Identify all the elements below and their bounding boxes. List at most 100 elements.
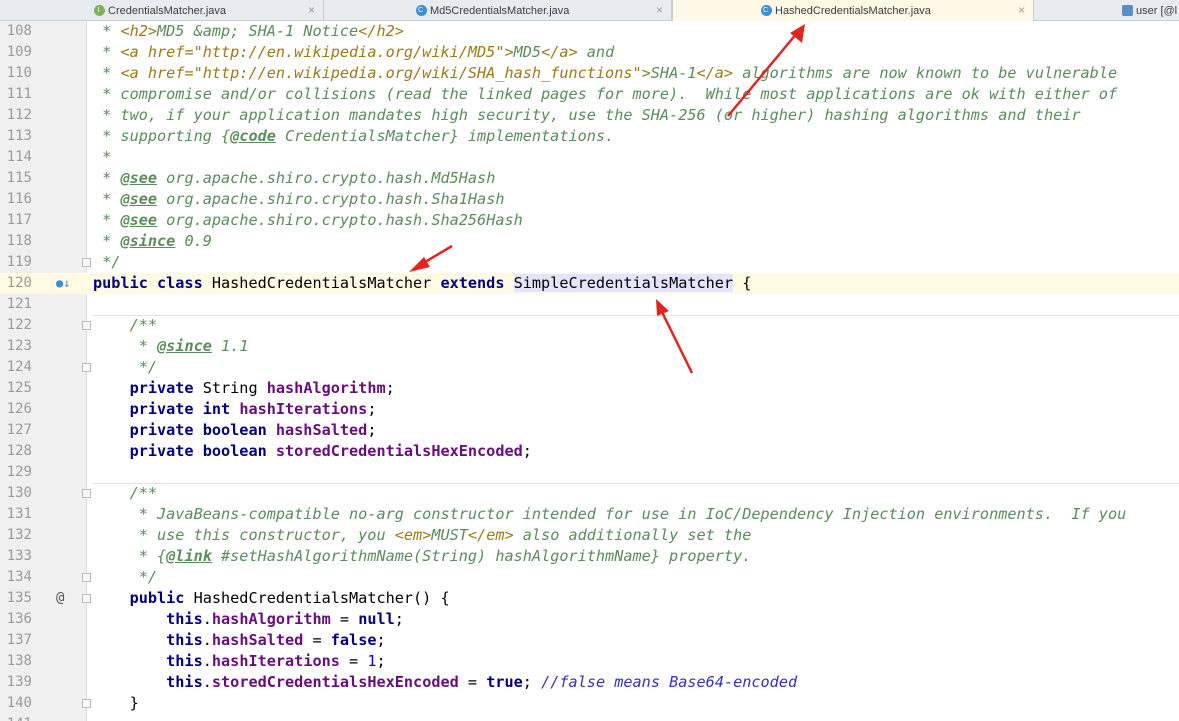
code-line[interactable]: 113 * supporting {@code CredentialsMatch…: [0, 126, 1179, 147]
override-marker-icon[interactable]: @: [56, 588, 64, 609]
line-number: 114: [6, 149, 32, 165]
code-text: }: [93, 694, 139, 712]
close-icon[interactable]: ×: [656, 3, 663, 17]
tab-hashed-credentials-matcher[interactable]: C HashedCredentialsMatcher.java ×: [672, 0, 1034, 21]
line-number: 109: [6, 44, 32, 60]
line-number: 112: [6, 107, 32, 123]
tab-credentials-matcher[interactable]: I CredentialsMatcher.java ×: [88, 0, 324, 21]
code-editor[interactable]: 108 * <h2>MD5 &amp; SHA-1 Notice</h2> 109…: [0, 21, 1179, 721]
code-line[interactable]: 139 this.storedCredentialsHexEncoded = t…: [0, 672, 1179, 693]
close-icon[interactable]: ×: [1018, 3, 1025, 17]
code-line[interactable]: 110 * <a href="http://en.wikipedia.org/w…: [0, 63, 1179, 84]
line-number: 124: [6, 359, 32, 375]
tab-label: Md5CredentialsMatcher.java: [430, 4, 570, 17]
code-text: *: [93, 148, 112, 166]
fold-marker-icon[interactable]: [82, 363, 91, 372]
code-line[interactable]: 135 @ public HashedCredentialsMatcher() {: [0, 588, 1179, 609]
code-text: this.hashIterations = 1;: [93, 652, 386, 670]
fold-marker-icon[interactable]: [82, 573, 91, 582]
code-line[interactable]: 136 this.hashAlgorithm = null;: [0, 609, 1179, 630]
line-number: 121: [6, 296, 32, 312]
code-line[interactable]: 116 * @see org.apache.shiro.crypto.hash.…: [0, 189, 1179, 210]
code-line[interactable]: 123 * @since 1.1: [0, 336, 1179, 357]
code-line[interactable]: 119 */: [0, 252, 1179, 273]
line-number: 129: [6, 464, 32, 480]
code-line[interactable]: 115 * @see org.apache.shiro.crypto.hash.…: [0, 168, 1179, 189]
class-file-icon: C: [416, 5, 427, 16]
code-line[interactable]: 122 /**: [0, 315, 1179, 336]
code-text: * @since 0.9: [93, 232, 212, 250]
code-line[interactable]: 134 */: [0, 567, 1179, 588]
code-line[interactable]: 124 */: [0, 357, 1179, 378]
line-number: 126: [6, 401, 32, 417]
line-number: 127: [6, 422, 32, 438]
code-line[interactable]: 127 private boolean hashSalted;: [0, 420, 1179, 441]
line-number: 130: [6, 485, 32, 501]
code-line[interactable]: 120 ●↓ public class HashedCredentialsMatch…: [0, 273, 1179, 294]
code-text: * <h2>MD5 &amp; SHA-1 Notice</h2>: [93, 22, 404, 40]
line-number: 141: [0, 714, 32, 721]
line-number: 135: [6, 590, 32, 606]
code-text: /**: [93, 484, 158, 502]
fold-marker-icon[interactable]: [82, 321, 91, 330]
fold-marker-icon[interactable]: [82, 594, 91, 603]
code-text: * @since 1.1: [93, 337, 249, 355]
code-text: */: [93, 358, 158, 376]
code-text: public HashedCredentialsMatcher() {: [93, 589, 450, 607]
code-text: * {@link #setHashAlgorithmName(String) h…: [93, 547, 752, 565]
close-icon[interactable]: ×: [308, 3, 315, 17]
line-number: 119: [6, 254, 32, 270]
code-text: */: [93, 568, 158, 586]
line-number: 118: [6, 233, 32, 249]
code-line[interactable]: 132 * use this constructor, you <em>MUST…: [0, 525, 1179, 546]
tab-user-table[interactable]: user [@l: [1116, 0, 1179, 21]
tab-md5-credentials-matcher[interactable]: C Md5CredentialsMatcher.java ×: [410, 0, 672, 21]
code-line[interactable]: 131 * JavaBeans-compatible no-arg constr…: [0, 504, 1179, 525]
code-line[interactable]: 133 * {@link #setHashAlgorithmName(Strin…: [0, 546, 1179, 567]
line-number: 128: [6, 443, 32, 459]
line-number: 120: [6, 275, 32, 291]
fold-marker-icon[interactable]: [82, 489, 91, 498]
code-line[interactable]: 126 private int hashIterations;: [0, 399, 1179, 420]
line-number: 108: [6, 23, 32, 39]
code-line[interactable]: 137 this.hashSalted = false;: [0, 630, 1179, 651]
code-text: * <a href="http://en.wikipedia.org/wiki/…: [93, 64, 1118, 82]
line-number: 137: [6, 632, 32, 648]
line-number: 138: [6, 653, 32, 669]
line-number: 133: [6, 548, 32, 564]
table-icon: [1122, 5, 1133, 16]
code-text: * JavaBeans-compatible no-arg constructo…: [93, 505, 1127, 523]
fold-marker-icon[interactable]: [82, 699, 91, 708]
code-line[interactable]: 140 }: [0, 693, 1179, 714]
code-line[interactable]: 141: [0, 714, 1179, 721]
code-text: * @see org.apache.shiro.crypto.hash.Sha1…: [93, 190, 505, 208]
code-text: private String hashAlgorithm;: [93, 379, 395, 397]
code-text: public class HashedCredentialsMatcher ex…: [93, 274, 752, 292]
code-line[interactable]: 108 * <h2>MD5 &amp; SHA-1 Notice</h2>: [0, 21, 1179, 42]
code-line[interactable]: 130 /**: [0, 483, 1179, 504]
code-text: * compromise and/or collisions (read the…: [93, 85, 1118, 103]
code-line[interactable]: 138 this.hashIterations = 1;: [0, 651, 1179, 672]
line-number: 116: [6, 191, 32, 207]
code-line[interactable]: 125 private String hashAlgorithm;: [0, 378, 1179, 399]
code-line[interactable]: 114 *: [0, 147, 1179, 168]
code-line[interactable]: 112 * two, if your application mandates …: [0, 105, 1179, 126]
code-text: * use this constructor, you <em>MUST</em…: [93, 526, 752, 544]
implements-marker-icon[interactable]: ●↓: [56, 273, 70, 294]
code-line[interactable]: 129: [0, 462, 1179, 483]
editor-tab-bar: I CredentialsMatcher.java × C Md5Credent…: [0, 0, 1179, 21]
code-line[interactable]: 111 * compromise and/or collisions (read…: [0, 84, 1179, 105]
code-text: private boolean hashSalted;: [93, 421, 377, 439]
tab-label: HashedCredentialsMatcher.java: [775, 4, 931, 17]
code-line[interactable]: 121: [0, 294, 1179, 315]
code-line[interactable]: 109 * <a href="http://en.wikipedia.org/w…: [0, 42, 1179, 63]
code-text: */: [93, 253, 121, 271]
line-number: 140: [6, 695, 32, 711]
line-number: 139: [6, 674, 32, 690]
code-line[interactable]: 118 * @since 0.9: [0, 231, 1179, 252]
code-line[interactable]: 128 private boolean storedCredentialsHex…: [0, 441, 1179, 462]
code-text: this.hashAlgorithm = null;: [93, 610, 404, 628]
fold-marker-icon[interactable]: [82, 258, 91, 267]
code-text: * supporting {@code CredentialsMatcher} …: [93, 127, 615, 145]
code-line[interactable]: 117 * @see org.apache.shiro.crypto.hash.…: [0, 210, 1179, 231]
